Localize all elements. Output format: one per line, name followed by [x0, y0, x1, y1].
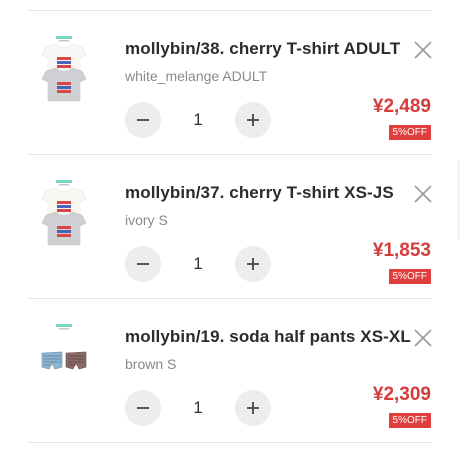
product-name[interactable]: mollybin/19. soda half pants XS-XL: [125, 327, 411, 347]
increase-quantity-button[interactable]: [235, 246, 271, 282]
cart-item: mollybin/38. cherry T-shirt ADULT white_…: [28, 11, 432, 155]
plus-icon: [247, 258, 259, 270]
minus-icon: [137, 407, 149, 409]
product-variant: brown S: [125, 356, 177, 372]
cart-item: mollybin/19. soda half pants XS-XL brown…: [28, 299, 432, 443]
close-icon[interactable]: [412, 327, 434, 349]
product-variant: white_melange ADULT: [125, 68, 268, 84]
increase-quantity-button[interactable]: [235, 390, 271, 426]
discount-badge: 5%OFF: [388, 413, 431, 428]
quantity-value: 1: [193, 398, 203, 417]
minus-icon: [137, 119, 149, 121]
plus-icon: [247, 402, 259, 414]
price: ¥1,853: [372, 240, 431, 261]
tshirt-product-image[interactable]: [40, 179, 88, 259]
decrease-quantity-button[interactable]: [125, 102, 161, 138]
discount-badge: 5%OFF: [388, 125, 431, 140]
price: ¥2,309: [372, 384, 431, 405]
minus-icon: [137, 263, 149, 265]
close-icon[interactable]: [412, 183, 434, 205]
decrease-quantity-button[interactable]: [125, 390, 161, 426]
close-icon[interactable]: [412, 39, 434, 61]
discount-badge: 5%OFF: [388, 269, 431, 284]
product-name[interactable]: mollybin/37. cherry T-shirt XS-JS: [125, 183, 394, 203]
quantity-value: 1: [193, 110, 203, 129]
shorts-product-image[interactable]: [40, 323, 88, 403]
decrease-quantity-button[interactable]: [125, 246, 161, 282]
tshirt-product-image[interactable]: [40, 35, 88, 115]
plus-icon: [247, 114, 259, 126]
cart-item: mollybin/37. cherry T-shirt XS-JS ivory …: [28, 155, 432, 299]
product-name[interactable]: mollybin/38. cherry T-shirt ADULT: [125, 39, 400, 59]
quantity-value: 1: [193, 254, 203, 273]
price: ¥2,489: [372, 96, 431, 117]
product-variant: ivory S: [125, 212, 168, 228]
increase-quantity-button[interactable]: [235, 102, 271, 138]
